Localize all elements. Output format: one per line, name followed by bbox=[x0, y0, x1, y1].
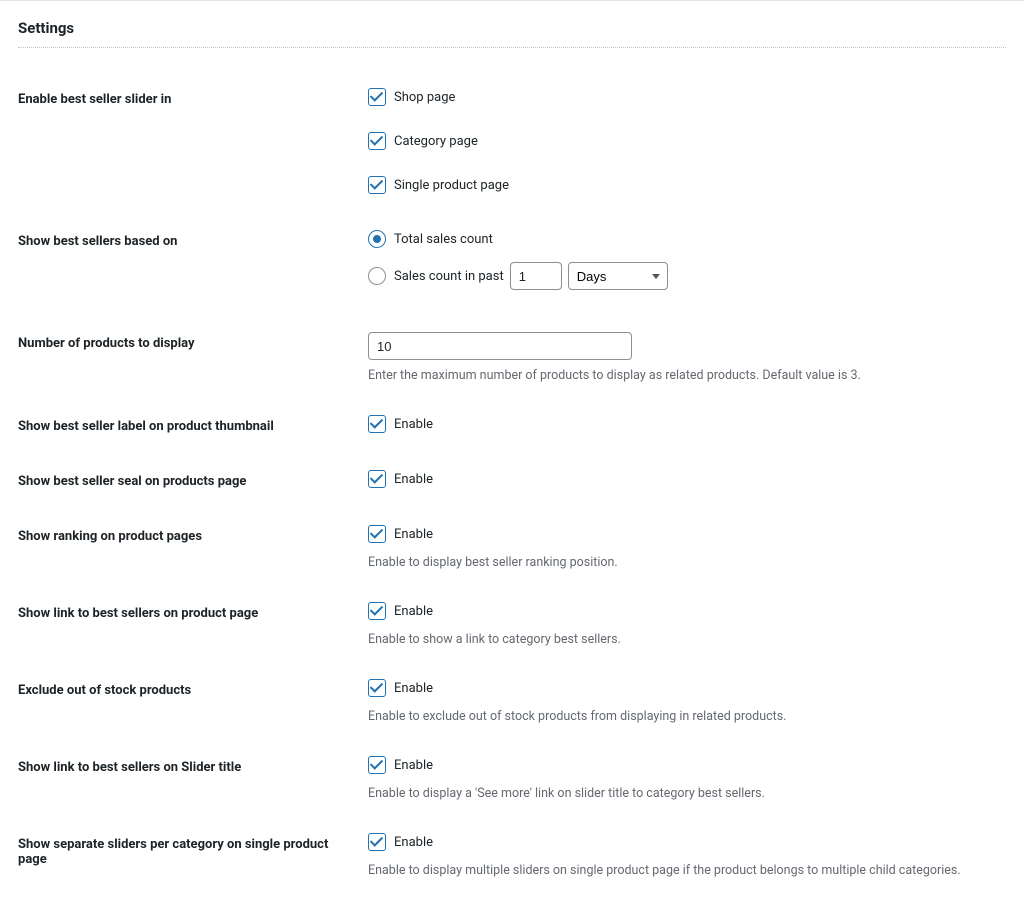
desc-ranking: Enable to display best seller ranking po… bbox=[368, 555, 996, 570]
checkbox-seal-label: Enable bbox=[394, 472, 433, 487]
option-seal[interactable]: Enable bbox=[368, 470, 433, 488]
checkbox-label-thumb[interactable] bbox=[368, 415, 386, 433]
label-based-on: Show best sellers based on bbox=[18, 214, 368, 316]
checkbox-link-product-label: Enable bbox=[394, 604, 433, 619]
label-separate-sliders: Show separate sliders per category on si… bbox=[18, 817, 368, 894]
checkbox-link-product[interactable] bbox=[368, 602, 386, 620]
desc-link-product: Enable to show a link to category best s… bbox=[368, 632, 996, 647]
checkbox-shop-page[interactable] bbox=[368, 88, 386, 106]
checkbox-separate-sliders[interactable] bbox=[368, 833, 386, 851]
checkbox-category-page-label: Category page bbox=[394, 134, 478, 149]
checkbox-seal[interactable] bbox=[368, 470, 386, 488]
input-past-number[interactable] bbox=[510, 262, 562, 290]
option-link-slider-title[interactable]: Enable bbox=[368, 756, 433, 774]
radio-total-sales[interactable] bbox=[368, 230, 386, 248]
label-exclude-oos: Exclude out of stock products bbox=[18, 663, 368, 740]
radio-sales-past[interactable] bbox=[368, 267, 386, 285]
label-enable-slider-in: Enable best seller slider in bbox=[18, 72, 368, 214]
radio-total-sales-label: Total sales count bbox=[394, 232, 493, 247]
desc-num-products: Enter the maximum number of products to … bbox=[368, 368, 996, 383]
option-link-product[interactable]: Enable bbox=[368, 602, 433, 620]
option-sales-past[interactable]: Sales count in past bbox=[368, 267, 504, 285]
select-past-unit[interactable]: Days bbox=[568, 262, 668, 290]
divider bbox=[18, 47, 1006, 48]
desc-separate-sliders: Enable to display multiple sliders on si… bbox=[368, 863, 996, 878]
label-link-slider-title: Show link to best sellers on Slider titl… bbox=[18, 740, 368, 817]
option-label-thumb[interactable]: Enable bbox=[368, 415, 433, 433]
label-num-products: Number of products to display bbox=[18, 316, 368, 399]
option-single-product-page[interactable]: Single product page bbox=[368, 176, 509, 194]
checkbox-link-slider-title-label: Enable bbox=[394, 758, 433, 773]
option-separate-sliders[interactable]: Enable bbox=[368, 833, 433, 851]
desc-link-slider-title: Enable to display a 'See more' link on s… bbox=[368, 786, 996, 801]
checkbox-link-slider-title[interactable] bbox=[368, 756, 386, 774]
checkbox-ranking-label: Enable bbox=[394, 527, 433, 542]
label-seal: Show best seller seal on products page bbox=[18, 454, 368, 509]
option-total-sales[interactable]: Total sales count bbox=[368, 230, 493, 248]
option-exclude-oos[interactable]: Enable bbox=[368, 679, 433, 697]
settings-heading: Settings bbox=[18, 19, 1006, 37]
label-seller-label-thumb: Show best seller label on product thumbn… bbox=[18, 399, 368, 454]
checkbox-category-page[interactable] bbox=[368, 132, 386, 150]
checkbox-exclude-oos-label: Enable bbox=[394, 681, 433, 696]
checkbox-single-product-page-label: Single product page bbox=[394, 178, 509, 193]
checkbox-shop-page-label: Shop page bbox=[394, 90, 455, 105]
settings-table: Enable best seller slider in Shop page C… bbox=[18, 72, 1006, 894]
label-ranking: Show ranking on product pages bbox=[18, 509, 368, 586]
checkbox-separate-sliders-label: Enable bbox=[394, 835, 433, 850]
desc-exclude-oos: Enable to exclude out of stock products … bbox=[368, 709, 996, 724]
option-shop-page[interactable]: Shop page bbox=[368, 88, 455, 106]
checkbox-exclude-oos[interactable] bbox=[368, 679, 386, 697]
label-link-product: Show link to best sellers on product pag… bbox=[18, 586, 368, 663]
checkbox-single-product-page[interactable] bbox=[368, 176, 386, 194]
radio-sales-past-label: Sales count in past bbox=[394, 269, 504, 284]
option-ranking[interactable]: Enable bbox=[368, 525, 433, 543]
option-category-page[interactable]: Category page bbox=[368, 132, 478, 150]
checkbox-label-thumb-label: Enable bbox=[394, 417, 433, 432]
input-num-products[interactable] bbox=[368, 332, 632, 360]
checkbox-ranking[interactable] bbox=[368, 525, 386, 543]
